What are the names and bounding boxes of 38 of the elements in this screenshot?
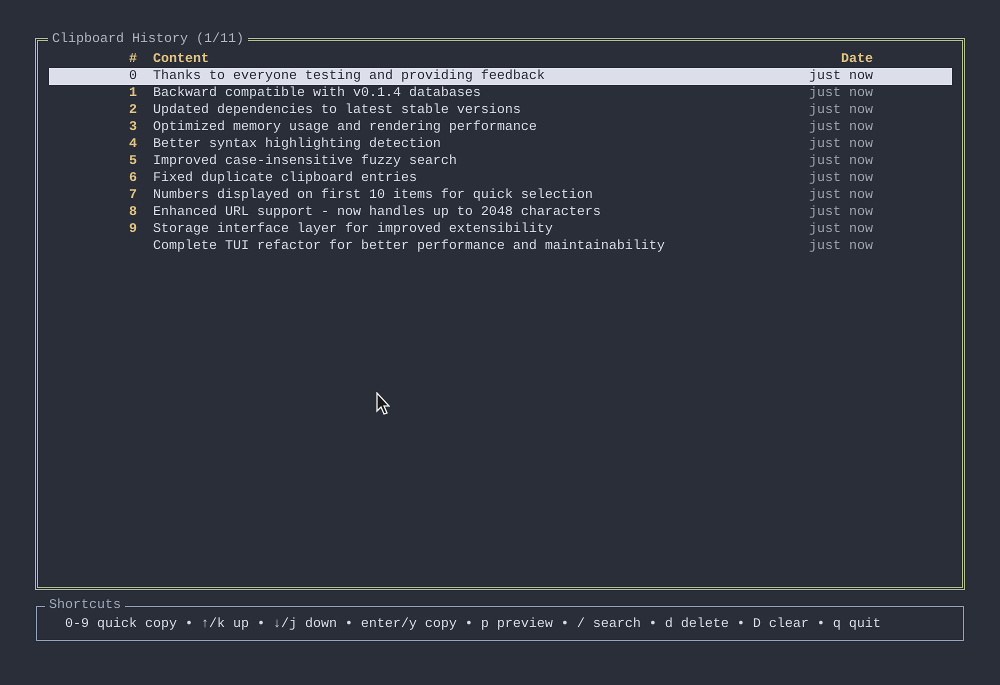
entry-date: just now (809, 238, 873, 255)
entry-date: just now (809, 68, 873, 85)
item-number: 9 (128, 221, 137, 238)
clipboard-entry[interactable]: Thanks to everyone testing and providing feedback (153, 68, 809, 85)
clipboard-entry[interactable]: Fixed duplicate clipboard entries (153, 170, 809, 187)
clipboard-entry[interactable]: Numbers displayed on first 10 items for quick selection (153, 187, 809, 204)
item-number: 2 (128, 102, 137, 119)
clipboard-entry[interactable]: Better syntax highlighting detection (153, 136, 809, 153)
item-number: 8 (128, 204, 137, 221)
entry-date: just now (809, 170, 873, 187)
item-number: 7 (128, 187, 137, 204)
entry-date: just now (809, 136, 873, 153)
entry-date: just now (809, 119, 873, 136)
clipboard-entry[interactable]: Updated dependencies to latest stable versions (153, 102, 809, 119)
entry-date: just now (809, 221, 873, 238)
entry-date: just now (809, 102, 873, 119)
item-number: 5 (128, 153, 137, 170)
clipboard-entry[interactable]: Complete TUI refactor for better performance and maintainability (153, 238, 809, 255)
entry-date: just now (809, 153, 873, 170)
clipboard-entry[interactable]: Enhanced URL support - now handles up to 2048 characters (153, 204, 809, 221)
shortcut-hints: 0-9 quick copy • ↑/k up • ↓/j down • enter/y copy • p preview • / search • d delete • D clear • q quit (65, 617, 881, 632)
clipboard-entry[interactable]: Backward compatible with v0.1.4 databases (153, 85, 809, 102)
clipboard-entry[interactable]: Improved case-insensitive fuzzy search (153, 153, 809, 170)
column-header: # (128, 51, 137, 68)
column-header: Date (840, 51, 873, 68)
entry-date: just now (809, 187, 873, 204)
item-number: 4 (128, 136, 137, 153)
item-number: 6 (128, 170, 137, 187)
mouse-pointer-icon (376, 392, 390, 416)
clipboard-entry[interactable]: Optimized memory usage and rendering performance (153, 119, 809, 136)
selected-row-highlight[interactable]: 0 Thanks to everyone testing and providing feedback just now (49, 68, 952, 85)
item-number: 1 (128, 85, 137, 102)
entry-date: just now (809, 204, 873, 221)
column-header: Content (153, 51, 210, 68)
item-number: 3 (128, 119, 137, 136)
clipboard-entry[interactable]: Storage interface layer for improved extensibility (153, 221, 809, 238)
entry-date: just now (809, 85, 873, 102)
item-number: 0 (128, 68, 137, 85)
